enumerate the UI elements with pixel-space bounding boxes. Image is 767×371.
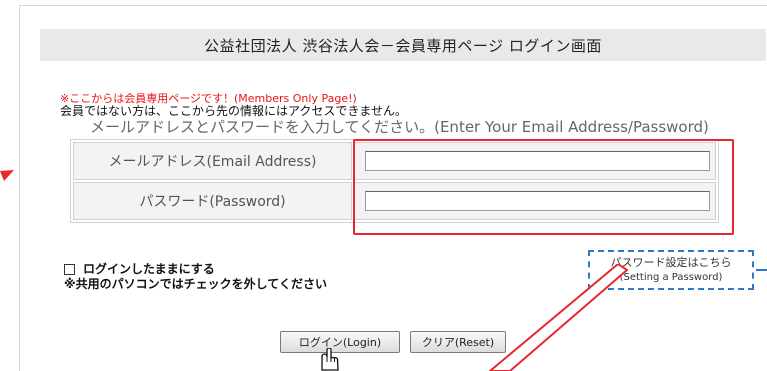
login-form-table: メールアドレス(Email Address) パスワード(Password) — [70, 139, 719, 223]
email-row: メールアドレス(Email Address) — [73, 142, 716, 180]
red-arrow-icon — [0, 170, 14, 181]
callout-pointer-icon — [488, 264, 629, 371]
password-label: パスワード(Password) — [73, 182, 352, 220]
callout-dashed-connector — [756, 269, 767, 271]
page-title: 公益社団法人 渋谷法人会－会員専用ページ ログイン画面 — [40, 29, 766, 61]
password-field-cell — [354, 182, 716, 220]
stay-logged-in-checkbox[interactable] — [64, 263, 75, 275]
password-field[interactable] — [365, 191, 710, 211]
shared-pc-note: ※共用のパソコンではチェックを外してください — [64, 277, 327, 291]
login-instruction: メールアドレスとパスワードを入力してください。(Enter Your Email… — [90, 118, 709, 136]
login-button[interactable]: ログイン(Login) — [280, 331, 400, 353]
password-row: パスワード(Password) — [73, 182, 716, 220]
pointer-hand-icon — [321, 348, 339, 371]
email-field[interactable] — [365, 151, 710, 171]
email-field-cell — [354, 142, 716, 180]
email-label: メールアドレス(Email Address) — [73, 142, 352, 180]
